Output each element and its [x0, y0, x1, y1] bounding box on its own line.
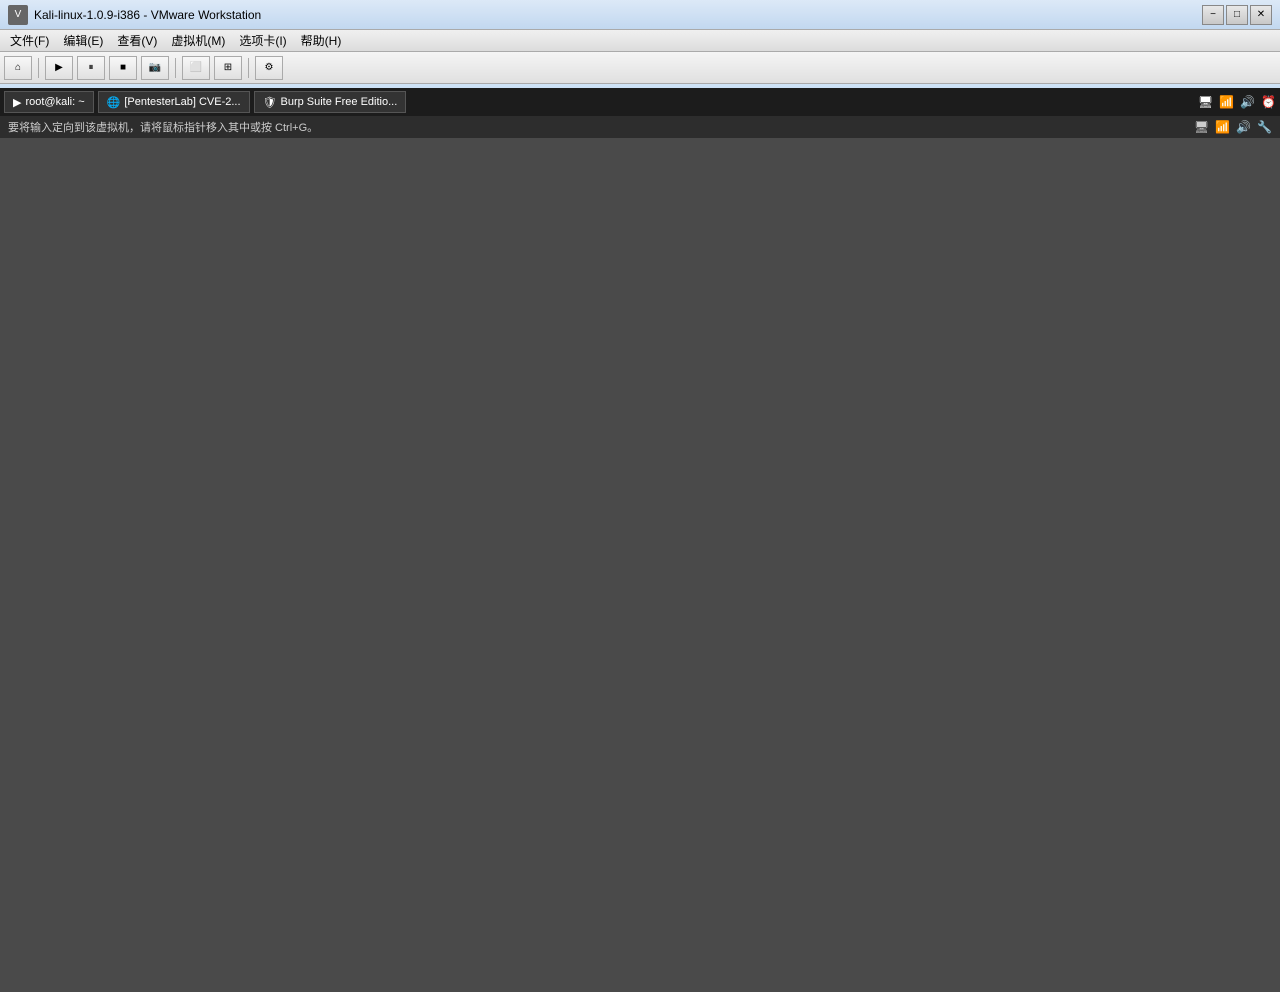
toolbar-full-btn[interactable]: ⬜: [182, 56, 210, 80]
vmware-maximize-btn[interactable]: □: [1226, 5, 1248, 25]
vmware-close-btn[interactable]: ✕: [1250, 5, 1272, 25]
toolbar-pause-btn[interactable]: ⏸: [77, 56, 105, 80]
vm-status-icon1: 🖥: [1194, 120, 1209, 134]
taskbar-terminal-label: root@kali: ~: [25, 96, 84, 108]
kali-taskbar: ▶ root@kali: ~ 🌐 [PentesterLab] CVE-2...…: [0, 88, 1280, 116]
vmware-menu-edit[interactable]: 编辑(E): [57, 30, 109, 51]
toolbar-power-btn[interactable]: ▶: [45, 56, 73, 80]
vmware-minimize-btn[interactable]: −: [1202, 5, 1224, 25]
vmware-window-controls: − □ ✕: [1202, 5, 1272, 25]
vmware-menu-vm[interactable]: 虚拟机(M): [165, 30, 231, 51]
taskbar-item-firefox[interactable]: 🌐 [PentesterLab] CVE-2...: [98, 91, 250, 113]
vmware-menubar: 文件(F) 编辑(E) 查看(V) 虚拟机(M) 选项卡(I) 帮助(H): [0, 30, 1280, 52]
vm-area: Applications Places ► Fri Oct 10, 11:37 …: [0, 110, 1280, 138]
vm-status-icon4: 🔧: [1257, 120, 1272, 134]
vm-status-message: 要将输入定向到该虚拟机，请将鼠标指针移入其中或按 Ctrl+G。: [8, 119, 318, 135]
toolbar-sep2: [175, 58, 176, 78]
taskbar-item-terminal[interactable]: ▶ root@kali: ~: [4, 91, 94, 113]
taskbar-tray-icon1: 🖥: [1198, 95, 1213, 109]
taskbar-systray: 🖥 📶 🔊 ⏰: [1198, 95, 1276, 109]
toolbar-home-btn[interactable]: ⌂: [4, 56, 32, 80]
vmware-titlebar: V Kali-linux-1.0.9-i386 - VMware Worksta…: [0, 0, 1280, 30]
toolbar-sep1: [38, 58, 39, 78]
taskbar-tray-icon2: 📶: [1219, 95, 1234, 109]
taskbar-firefox-icon: 🌐: [107, 96, 121, 109]
toolbar-stop-btn[interactable]: ■: [109, 56, 137, 80]
vmware-menu-file[interactable]: 文件(F): [4, 30, 55, 51]
taskbar-burp-icon: 🛡: [263, 96, 277, 109]
taskbar-tray-icon3: 🔊: [1240, 95, 1255, 109]
vmware-menu-tabs[interactable]: 选项卡(I): [233, 30, 292, 51]
toolbar-prefs-btn[interactable]: ⚙: [255, 56, 283, 80]
taskbar-terminal-icon: ▶: [13, 96, 21, 109]
vmware-window: V Kali-linux-1.0.9-i386 - VMware Worksta…: [0, 0, 1280, 138]
toolbar-sep3: [248, 58, 249, 78]
vm-status-icon3: 🔊: [1236, 120, 1251, 134]
vmware-title: Kali-linux-1.0.9-i386 - VMware Workstati…: [34, 8, 1202, 22]
vmware-toolbar: ⌂ ▶ ⏸ ■ 📷 ⬜ ⊞ ⚙: [0, 52, 1280, 84]
vm-statusbar-right: 🖥 📶 🔊 🔧: [1194, 120, 1272, 134]
vmware-logo: V: [8, 5, 28, 25]
taskbar-item-burp[interactable]: 🛡 Burp Suite Free Editio...: [254, 91, 407, 113]
taskbar-firefox-label: [PentesterLab] CVE-2...: [124, 96, 240, 108]
taskbar-tray-icon4: ⏰: [1261, 95, 1276, 109]
vm-statusbar: 要将输入定向到该虚拟机，请将鼠标指针移入其中或按 Ctrl+G。 🖥 📶 🔊 🔧: [0, 116, 1280, 138]
vmware-menu-help[interactable]: 帮助(H): [295, 30, 348, 51]
toolbar-snapshot-btn[interactable]: 📷: [141, 56, 169, 80]
vmware-menu-view[interactable]: 查看(V): [111, 30, 163, 51]
taskbar-burp-label: Burp Suite Free Editio...: [280, 96, 397, 108]
vm-status-icon2: 📶: [1215, 120, 1230, 134]
toolbar-unity-btn[interactable]: ⊞: [214, 56, 242, 80]
